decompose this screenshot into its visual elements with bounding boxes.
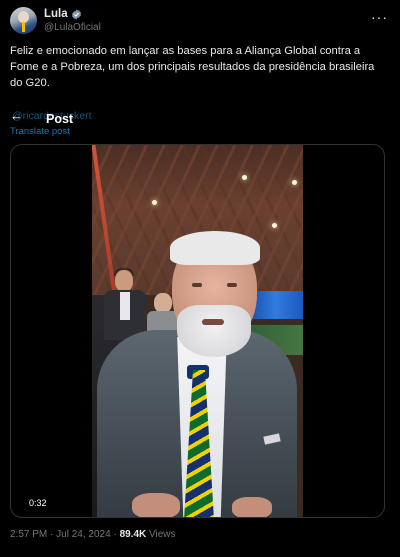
- arrow-left-icon[interactable]: ←: [10, 108, 23, 123]
- separator: ·: [113, 529, 117, 540]
- speaker-eye: [192, 283, 202, 287]
- verified-badge-icon: [71, 8, 81, 20]
- speaker-beard: [177, 305, 251, 357]
- speaker-mouth: [202, 319, 224, 325]
- speaker-hand: [232, 497, 272, 517]
- avatar-tie: [22, 22, 25, 32]
- ceiling-light: [152, 200, 157, 205]
- tweet-text: Feliz e emocionado em lançar as bases pa…: [10, 45, 375, 89]
- speaker-hair: [170, 231, 260, 265]
- speaker-eye: [227, 283, 237, 287]
- post-date[interactable]: Jul 24, 2024: [56, 529, 111, 540]
- video-player[interactable]: 0:32: [10, 144, 385, 518]
- ceiling-light: [292, 180, 297, 185]
- handle[interactable]: @LulaOficial: [44, 22, 101, 33]
- tweet-footer: 2:57 PM · Jul 24, 2024 · 89.4K Views: [10, 529, 176, 540]
- more-horizontal-icon[interactable]: ···: [371, 9, 388, 25]
- speaker-hand: [132, 493, 180, 517]
- background-man-shirt: [120, 292, 130, 320]
- video-frame[interactable]: [92, 145, 303, 517]
- video-duration-badge: 0:32: [25, 497, 51, 509]
- avatar[interactable]: [10, 7, 37, 34]
- views-count[interactable]: 89.4K: [120, 529, 147, 540]
- post-title: Post: [46, 112, 74, 126]
- separator: ·: [50, 529, 54, 540]
- translate-post-link[interactable]: Translate post: [10, 126, 70, 137]
- ceiling-light: [242, 175, 247, 180]
- post-time[interactable]: 2:57 PM: [10, 529, 47, 540]
- background-man-head: [115, 270, 133, 292]
- views-label: Views: [149, 529, 176, 540]
- display-name[interactable]: Lula: [44, 8, 68, 20]
- post-overlay-row: @ricardostuckert ← Post: [10, 108, 310, 128]
- ceiling-light: [272, 223, 277, 228]
- tweet-header: Lula @LulaOficial ···: [10, 7, 390, 37]
- name-row: Lula: [44, 8, 82, 20]
- background-man-2-head: [154, 293, 172, 313]
- background-man: [104, 268, 146, 340]
